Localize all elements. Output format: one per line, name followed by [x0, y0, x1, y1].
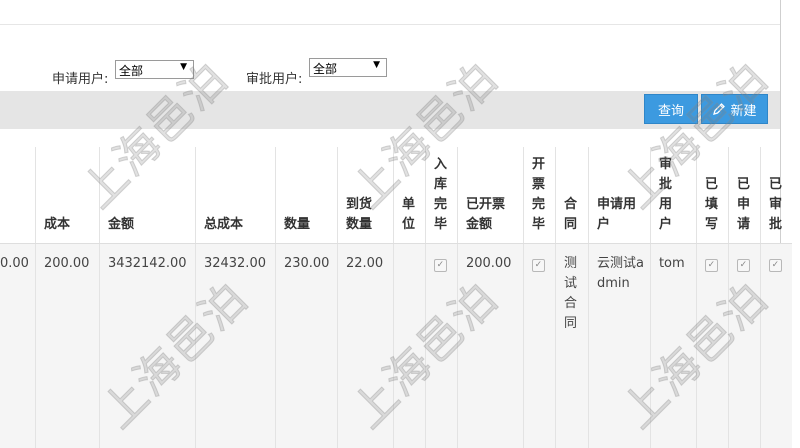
column-header-arrived-qty[interactable]: 到货数量: [336, 147, 394, 244]
cell-invoice-done: ✓: [522, 243, 556, 448]
query-button-label: 查询: [657, 103, 684, 119]
cell-applicant: 云测试admin: [587, 243, 651, 448]
applied-checkbox[interactable]: ✓: [736, 258, 750, 272]
cell-quantity: 230.00: [274, 243, 338, 448]
dropdown-arrow-icon: ▼: [373, 60, 380, 70]
cell-prev-cut: 0.00: [0, 255, 29, 271]
approver-select-value: 全部: [313, 62, 338, 76]
cell-approver: tom: [649, 243, 697, 448]
approver-select[interactable]: 全部 ▼: [309, 58, 387, 77]
column-header-unit[interactable]: 单位: [392, 147, 426, 244]
cell-amount: 3432142.00: [98, 243, 196, 448]
applicant-select[interactable]: 全部 ▼: [115, 60, 194, 79]
column-header-amount[interactable]: 金额: [98, 147, 196, 244]
applicant-filter-label: 申请用户:: [52, 72, 109, 87]
invoice-done-checkbox[interactable]: ✓: [531, 258, 545, 272]
cell-contract: 测试合同: [554, 243, 589, 448]
cell-unit: [392, 243, 426, 448]
applicant-select-value: 全部: [119, 64, 144, 78]
column-header-approved[interactable]: 已审批: [759, 147, 793, 244]
column-header-applicant[interactable]: 申请用户: [587, 147, 651, 244]
column-header-contract[interactable]: 合同: [554, 147, 589, 244]
cell-stock-done: ✓: [424, 243, 458, 448]
column-header-total-cost[interactable]: 总成本: [194, 147, 276, 244]
approver-filter-label: 审批用户:: [246, 72, 303, 87]
cell-approved: ✓: [759, 243, 793, 448]
stock-done-checkbox[interactable]: ✓: [433, 258, 447, 272]
query-button[interactable]: 查询: [644, 94, 698, 124]
cell-filled: ✓: [695, 243, 729, 448]
column-header-quantity[interactable]: 数量: [274, 147, 338, 244]
approved-checkbox[interactable]: ✓: [768, 258, 782, 272]
cell-applied: ✓: [727, 243, 761, 448]
action-toolbar: 查询 新建: [0, 91, 780, 129]
cell-total-cost: 32432.00: [194, 243, 276, 448]
data-table: 成本 金额 总成本 数量 到货数量 单位 入库完毕 已开票金额 开票完毕 合同 …: [0, 147, 793, 448]
column-header-approver[interactable]: 审批用户: [649, 147, 697, 244]
new-button[interactable]: 新建: [701, 94, 768, 124]
top-strip: [0, 0, 780, 25]
cell-cost: 200.00: [34, 243, 100, 448]
column-header-cost[interactable]: 成本: [34, 147, 100, 244]
column-header-filled[interactable]: 已填写: [695, 147, 729, 244]
column-header-invoice-done[interactable]: 开票完毕: [522, 147, 556, 244]
cell-invoiced-amount: 200.00: [456, 243, 524, 448]
filled-checkbox[interactable]: ✓: [704, 258, 718, 272]
dropdown-arrow-icon: ▼: [180, 62, 187, 72]
column-header-invoiced-amount[interactable]: 已开票金额: [456, 147, 524, 244]
cell-arrived-qty: 22.00: [336, 243, 394, 448]
table-header-row: 成本 金额 总成本 数量 到货数量 单位 入库完毕 已开票金额 开票完毕 合同 …: [0, 147, 793, 244]
column-header-prev: [0, 147, 36, 244]
pencil-icon: [713, 103, 726, 115]
column-header-stock-done[interactable]: 入库完毕: [424, 147, 458, 244]
new-button-label: 新建: [730, 103, 757, 119]
column-header-applied[interactable]: 已申请: [727, 147, 761, 244]
table-row[interactable]: 0.00 200.00 3432142.00 32432.00 230.00 2…: [0, 243, 793, 448]
